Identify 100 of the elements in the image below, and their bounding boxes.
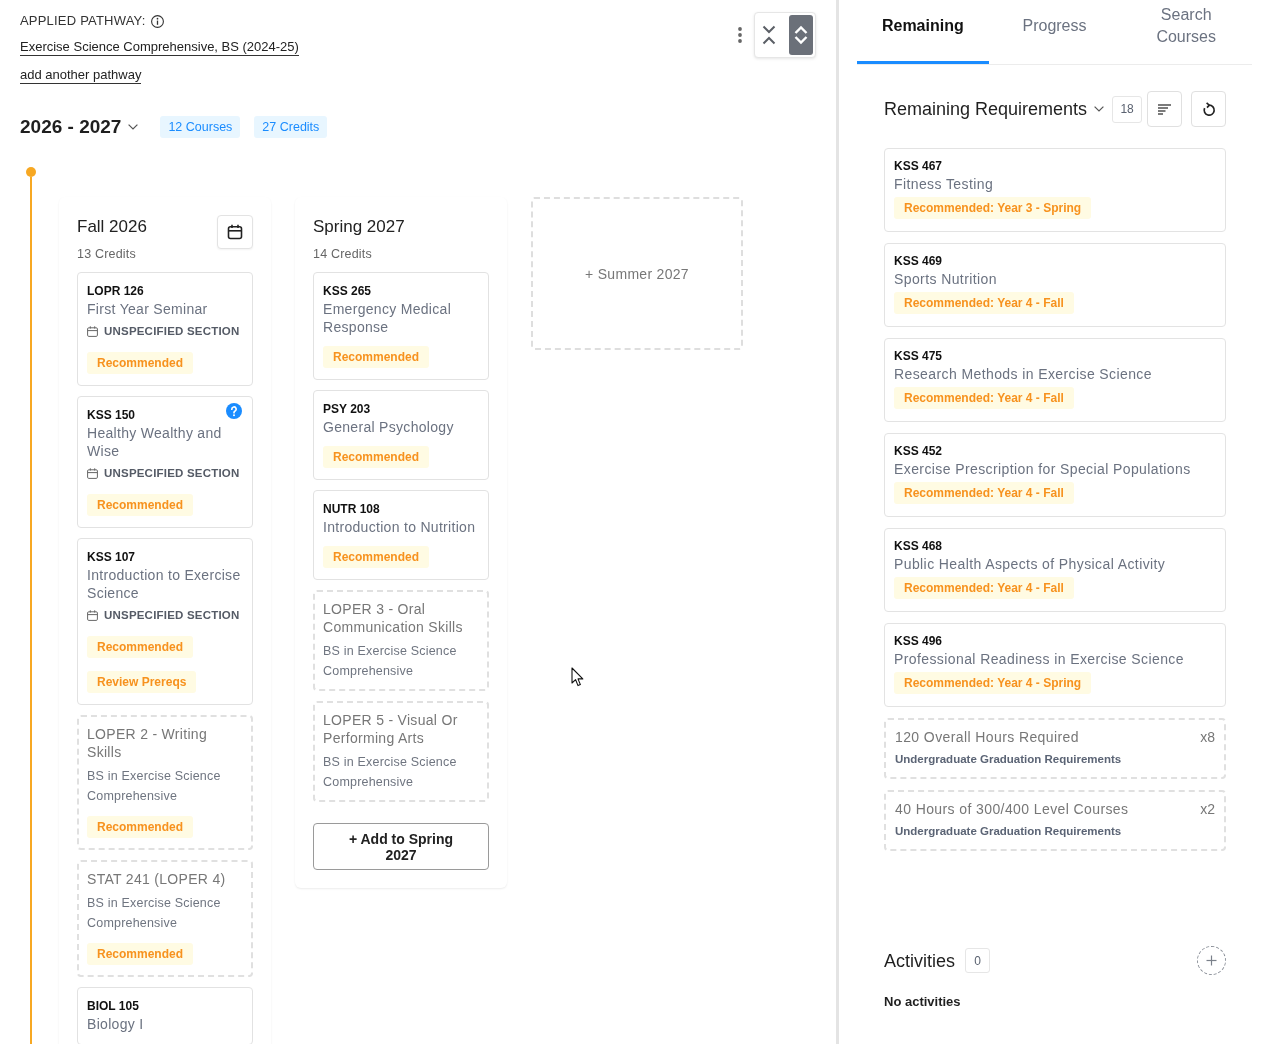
multiplier-label: x2 — [1200, 800, 1215, 819]
status-badge: Recommended: Year 4 - Spring — [894, 672, 1092, 694]
course-card[interactable]: KSS 150 Healthy Wealthy and Wise UNSPECIFIED SECTION Recommended — [77, 396, 253, 528]
course-title: Biology I — [87, 1015, 145, 1033]
course-code: KSS 265 — [323, 283, 372, 300]
term-title: Spring 2027 — [313, 216, 405, 238]
course-code: LOPR 126 — [87, 283, 144, 300]
course-title: Sports Nutrition — [894, 270, 997, 288]
course-card[interactable]: KSS 265 Emergency Medical Response Recommended — [313, 272, 489, 380]
expand-icon — [794, 25, 808, 45]
status-badge: Recommended — [323, 346, 430, 368]
requirement-card[interactable]: STAT 241 (LOPER 4) BS in Exercise Science Comprehensive Recommended — [77, 860, 253, 977]
count-badge: 18 — [1112, 95, 1143, 123]
term-credits: 13 Credits — [77, 246, 137, 262]
help-icon[interactable] — [226, 403, 242, 419]
requirement-title: LOPER 3 - Oral Communication Skills — [323, 600, 464, 636]
requirements-dropdown[interactable]: Remaining Requirements — [884, 97, 1105, 121]
add-activity-button[interactable] — [1197, 946, 1226, 975]
refresh-icon — [1201, 101, 1216, 117]
course-card[interactable]: KSS 452 Exercise Prescription for Special Populations Recommended: Year 4 - Fall — [884, 433, 1226, 517]
course-code: KSS 107 — [87, 549, 136, 566]
status-badge: Recommended — [87, 494, 194, 516]
requirement-title: STAT 241 (LOPER 4) — [87, 870, 227, 888]
status-badge: Recommended — [323, 546, 430, 568]
sort-button[interactable] — [1147, 91, 1183, 127]
course-card[interactable]: KSS 467 Fitness Testing Recommended: Year 3 - Spring — [884, 148, 1226, 232]
chevron-down-icon — [1094, 106, 1105, 112]
tab[interactable]: Search Courses — [1120, 0, 1252, 64]
course-code: KSS 496 — [894, 633, 943, 650]
summary-badge: 12 Courses — [160, 116, 241, 138]
calendar-icon — [87, 325, 98, 337]
course-title: Healthy Wealthy and Wise — [87, 424, 223, 460]
info-icon[interactable] — [150, 14, 164, 28]
course-card[interactable]: NUTR 108 Introduction to Nutrition Recommended — [313, 490, 489, 580]
section-label: UNSPECIFIED SECTION — [104, 324, 240, 339]
course-title: Professional Readiness in Exercise Science — [894, 650, 1184, 668]
course-code: KSS 467 — [894, 158, 943, 175]
sort-icon — [1158, 103, 1172, 115]
course-card[interactable]: KSS 469 Sports Nutrition Recommended: Year 4 - Fall — [884, 243, 1226, 327]
requirement-title: LOPER 2 - Writing Skills — [87, 725, 208, 761]
count-badge: 0 — [965, 948, 990, 973]
program-name: BS in Exercise Science Comprehensive — [323, 643, 458, 680]
course-code: PSY 203 — [323, 401, 371, 418]
add-term-button[interactable]: + Summer 2027 — [531, 197, 743, 350]
course-title: Introduction to Nutrition — [323, 518, 477, 536]
calendar-icon — [87, 467, 98, 479]
requirement-card[interactable]: LOPER 2 - Writing Skills BS in Exercise Science Comprehensive Recommended — [77, 715, 253, 850]
course-title: Research Methods in Exercise Science — [894, 365, 1152, 383]
course-code: KSS 469 — [894, 253, 943, 270]
requirement-title: 120 Overall Hours Required — [895, 728, 1079, 747]
course-title: Public Health Aspects of Physical Activity — [894, 555, 1166, 573]
plus-icon — [1206, 955, 1217, 966]
course-title: Exercise Prescription for Special Populations — [894, 460, 1191, 478]
course-title: Emergency Medical Response — [323, 300, 453, 336]
term-title: Fall 2026 — [77, 216, 147, 238]
requirement-source: Undergraduate Graduation Requirements — [895, 824, 1123, 839]
year-selector[interactable]: 2026 - 2027 — [20, 113, 139, 141]
section-label: UNSPECIFIED SECTION — [104, 466, 240, 481]
requirement-card[interactable]: LOPER 5 - Visual Or Performing Arts BS in Exercise Science Comprehensive — [313, 701, 489, 802]
requirement-source: Undergraduate Graduation Requirements — [895, 752, 1123, 767]
status-badge: Recommended — [323, 446, 430, 468]
course-card[interactable]: KSS 475 Research Methods in Exercise Science Recommended: Year 4 - Fall — [884, 338, 1226, 422]
calendar-button[interactable] — [217, 215, 253, 249]
calendar-icon — [227, 224, 243, 240]
refresh-button[interactable] — [1191, 91, 1227, 127]
course-card[interactable]: BIOL 105 Biology I — [77, 987, 253, 1044]
course-code: KSS 452 — [894, 443, 943, 460]
program-name: BS in Exercise Science Comprehensive — [87, 895, 222, 932]
term-credits: 14 Credits — [313, 246, 373, 262]
course-code: KSS 150 — [87, 407, 136, 424]
course-code: KSS 475 — [894, 348, 943, 365]
requirement-card[interactable]: LOPER 3 - Oral Communication Skills BS in Exercise Science Comprehensive — [313, 590, 489, 691]
requirement-card[interactable]: 40 Hours of 300/400 Level Courses x2 Undergraduate Graduation Requirements — [884, 790, 1226, 851]
course-code: BIOL 105 — [87, 998, 139, 1015]
status-badge: Recommended: Year 4 - Fall — [894, 292, 1074, 314]
requirement-title: LOPER 5 - Visual Or Performing Arts — [323, 711, 459, 747]
course-card[interactable]: PSY 203 General Psychology Recommended — [313, 390, 489, 480]
course-card[interactable]: KSS 496 Professional Readiness in Exercise Science Recommended: Year 4 - Spring — [884, 623, 1226, 707]
course-card[interactable]: KSS 468 Public Health Aspects of Physical Activity Recommended: Year 4 - Fall — [884, 528, 1226, 612]
program-name: BS in Exercise Science Comprehensive — [323, 754, 458, 791]
status-badge: Review Prereqs — [87, 671, 197, 693]
course-code: KSS 468 — [894, 538, 943, 555]
status-badge: Recommended — [87, 943, 194, 965]
pathway-link[interactable]: Exercise Science Comprehensive, BS (2024-25) — [20, 38, 299, 56]
requirement-card[interactable]: 120 Overall Hours Required x8 Undergraduate Graduation Requirements — [884, 718, 1226, 779]
expand-button[interactable] — [789, 15, 813, 55]
program-name: BS in Exercise Science Comprehensive — [87, 768, 222, 805]
status-badge: Recommended — [87, 352, 194, 374]
course-card[interactable]: KSS 107 Introduction to Exercise Science UNSPECIFIED SECTION Recommended Review Prereqs — [77, 538, 253, 705]
tab[interactable]: Remaining — [857, 0, 989, 64]
tab[interactable]: Progress — [988, 0, 1121, 64]
chevron-down-icon — [128, 124, 139, 130]
more-options-icon[interactable] — [738, 27, 742, 43]
add-pathway-link[interactable]: add another pathway — [20, 66, 142, 84]
summary-badge: 27 Credits — [254, 116, 328, 138]
course-card[interactable]: LOPR 126 First Year Seminar UNSPECIFIED SECTION Recommended — [77, 272, 253, 386]
status-badge: Recommended: Year 3 - Spring — [894, 197, 1092, 219]
status-badge: Recommended: Year 4 - Fall — [894, 482, 1074, 504]
add-course-button[interactable]: + Add to Spring 2027 — [313, 823, 489, 870]
calendar-icon — [87, 609, 98, 621]
